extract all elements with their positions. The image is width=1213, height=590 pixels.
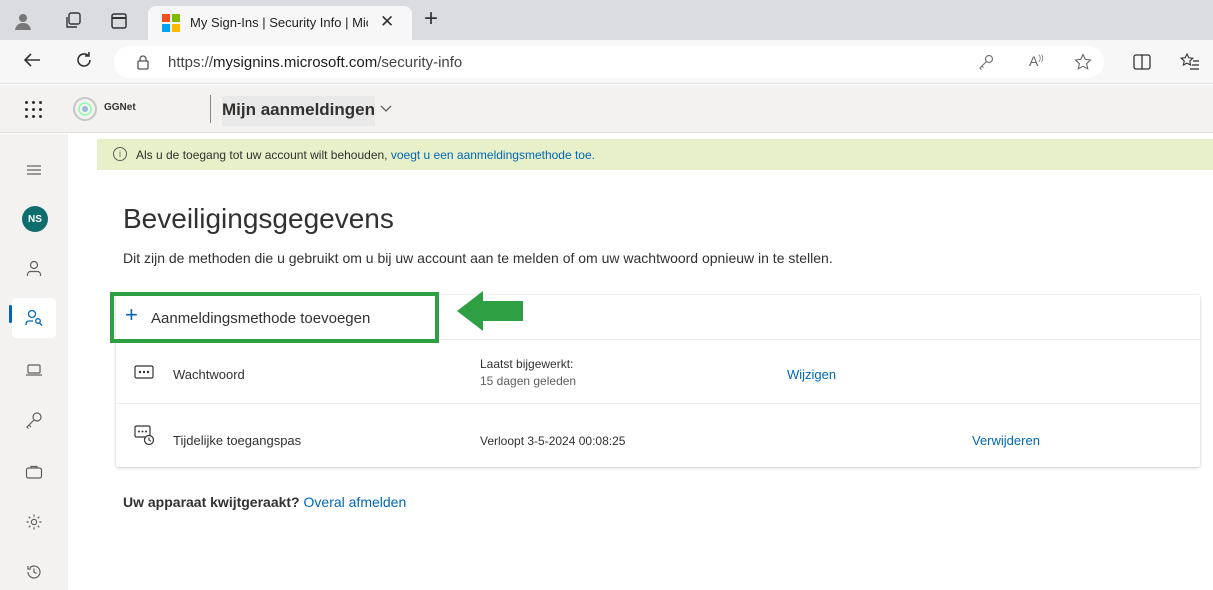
new-tab-button[interactable]: + (424, 6, 438, 32)
key-icon[interactable] (978, 54, 994, 70)
method-detail: Laatst bijgewerkt: 15 dagen geleden (480, 357, 577, 388)
workspaces-icon[interactable] (62, 10, 84, 32)
address-bar-row: https://mysignins.microsoft.com/security… (0, 40, 1213, 84)
back-arrow-icon[interactable] (22, 50, 42, 75)
method-name: Tijdelijke toegangspas (173, 433, 302, 448)
password-dots-icon (134, 365, 154, 379)
hamburger-menu-icon[interactable] (12, 150, 56, 190)
browser-tab-bar: My Sign-Ins | Security Info | Micros ✕ + (0, 0, 1213, 40)
method-detail: Verloopt 3-5-2024 00:08:25 (480, 434, 626, 448)
vertical-tabs-icon[interactable] (108, 10, 130, 32)
address-bar[interactable]: https://mysignins.microsoft.com/security… (114, 46, 1104, 78)
settings-gear-icon[interactable] (12, 502, 56, 542)
app-header: GGNet Mijn aanmeldingen (0, 85, 1213, 133)
tab-title: My Sign-Ins | Security Info | Micros (190, 15, 368, 30)
header-divider (210, 95, 211, 123)
refresh-icon[interactable] (74, 50, 94, 75)
lock-icon[interactable] (136, 54, 150, 70)
security-info-person-key-icon[interactable] (12, 298, 56, 338)
favorite-star-icon[interactable] (1074, 53, 1092, 71)
temporary-access-pass-icon (134, 425, 155, 446)
method-row-password: Wachtwoord Laatst bijgewerkt: 15 dagen g… (116, 342, 1200, 404)
banner-text: Als u de toegang tot uw account wilt beh… (136, 148, 595, 162)
password-key-icon[interactable] (12, 400, 56, 440)
notification-banner: i Als u de toegang tot uw account wilt b… (97, 139, 1213, 170)
add-method-link[interactable]: voegt u een aanmeldingsmethode toe. (391, 148, 595, 162)
read-aloud-icon[interactable]: A)) (1029, 53, 1044, 69)
org-name: GGNet (104, 102, 136, 113)
tab-my-sign-ins[interactable]: My Sign-Ins | Security Info | Micros ✕ (148, 6, 412, 40)
devices-laptop-icon[interactable] (12, 350, 56, 390)
org-logo-icon (73, 97, 97, 121)
url-text: https://mysignins.microsoft.com/security… (168, 54, 463, 71)
lost-device-text: Uw apparaat kwijtgeraakt? Overal afmelde… (123, 494, 407, 510)
highlight-box (110, 292, 439, 343)
sign-out-everywhere-link[interactable]: Overal afmelden (304, 494, 407, 510)
organizations-briefcase-icon[interactable] (12, 452, 56, 492)
profile-icon[interactable] (12, 10, 34, 32)
info-icon: i (113, 147, 127, 161)
avatar[interactable]: NS (22, 206, 48, 232)
split-screen-icon[interactable] (1133, 53, 1151, 71)
page-title: Beveiligingsgegevens (123, 203, 394, 234)
green-arrow-pointer-icon (457, 291, 523, 331)
delete-method-link[interactable]: Verwijderen (972, 433, 1040, 448)
chevron-down-icon[interactable] (380, 101, 392, 116)
change-password-link[interactable]: Wijzigen (787, 367, 836, 382)
favorites-list-icon[interactable] (1180, 52, 1200, 72)
tab-close-icon[interactable]: ✕ (380, 12, 394, 32)
app-title-dropdown[interactable]: Mijn aanmeldingen (222, 96, 376, 126)
microsoft-logo-icon (162, 14, 180, 32)
overview-person-icon[interactable] (12, 248, 56, 288)
app-launcher-icon[interactable] (24, 99, 44, 119)
page-subtitle: Dit zijn de methoden die u gebruikt om u… (123, 250, 833, 266)
method-row-temporary-access-pass: Tijdelijke toegangspas Verloopt 3-5-2024… (116, 408, 1200, 470)
recent-activity-history-icon[interactable] (12, 552, 56, 590)
method-name: Wachtwoord (173, 367, 245, 382)
